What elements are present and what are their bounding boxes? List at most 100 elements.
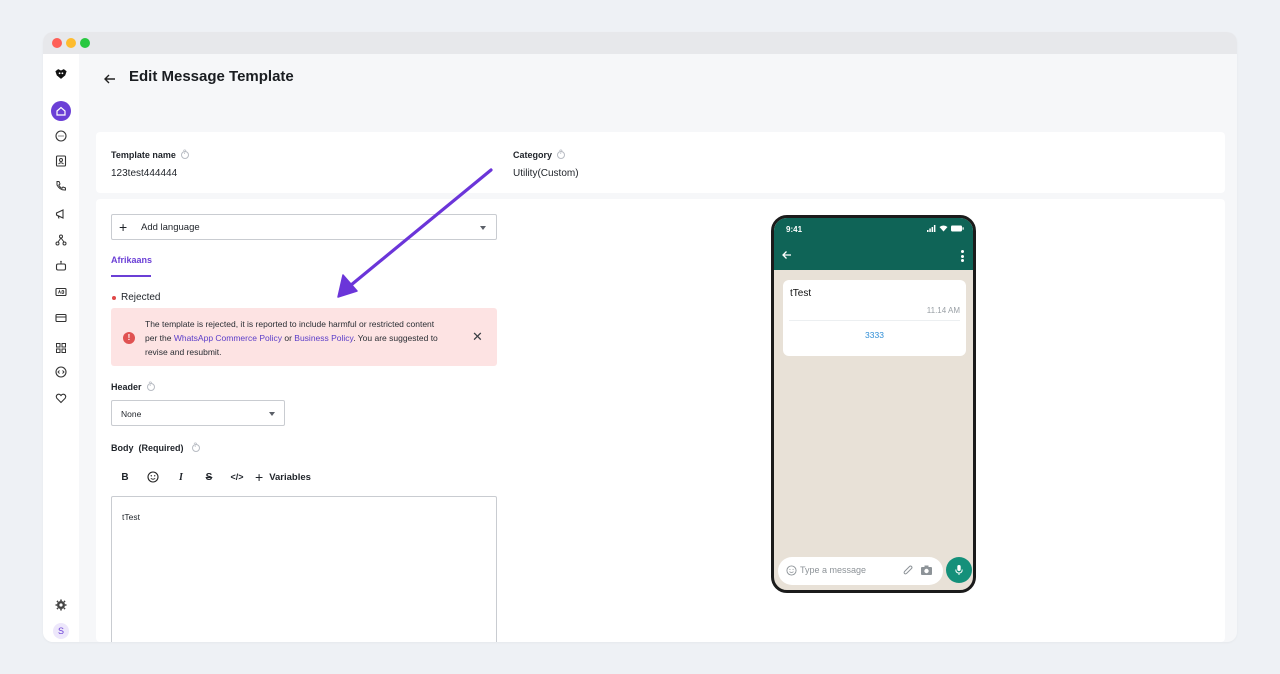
italic-button[interactable]: I bbox=[167, 468, 195, 486]
message-composer: Type a message bbox=[778, 557, 943, 585]
help-icon[interactable] bbox=[557, 150, 566, 159]
page-title: Edit Message Template bbox=[129, 68, 294, 85]
message-timestamp: 11.14 AM bbox=[926, 306, 960, 315]
category-value: Utility(Custom) bbox=[513, 168, 579, 179]
sidebar-item-payments[interactable] bbox=[51, 308, 71, 328]
more-vertical-icon bbox=[961, 250, 964, 262]
microphone-icon bbox=[955, 565, 963, 575]
bot-icon bbox=[55, 260, 67, 271]
template-name-label: Template name bbox=[111, 150, 189, 160]
megaphone-icon bbox=[55, 209, 64, 219]
api-icon bbox=[55, 366, 67, 378]
back-arrow-icon[interactable] bbox=[102, 71, 118, 87]
home-icon bbox=[56, 106, 66, 116]
back-arrow-icon bbox=[782, 251, 791, 259]
battery-icon bbox=[951, 225, 964, 232]
signal-icon bbox=[927, 225, 936, 232]
message-bubble: tTest 11.14 AM 3333 bbox=[783, 280, 966, 356]
minimize-window-button[interactable] bbox=[66, 38, 76, 48]
header-type-select[interactable]: None bbox=[111, 400, 285, 426]
chevron-down-icon bbox=[269, 412, 275, 416]
body-textarea[interactable]: tTest bbox=[111, 496, 497, 642]
sidebar-item-contacts[interactable] bbox=[51, 151, 71, 171]
plus-icon: + bbox=[255, 469, 264, 485]
header-label: Header bbox=[111, 382, 155, 392]
sidebar-item-settings[interactable] bbox=[51, 595, 71, 615]
help-icon[interactable] bbox=[191, 443, 200, 452]
maximize-window-button[interactable] bbox=[80, 38, 90, 48]
heart-icon bbox=[55, 393, 67, 404]
gear-icon bbox=[55, 599, 67, 611]
ads-icon bbox=[55, 287, 67, 297]
composer-placeholder: Type a message bbox=[800, 565, 867, 575]
sidebar-item-health[interactable] bbox=[51, 388, 71, 408]
status-icons bbox=[927, 225, 964, 232]
sidebar-item-ads[interactable] bbox=[51, 282, 71, 302]
sidebar-item-apps[interactable] bbox=[51, 338, 71, 358]
template-editor-card: + Add language Afrikaans Rejected ! The … bbox=[96, 199, 1225, 642]
contacts-icon bbox=[55, 155, 67, 167]
sidebar-item-bots[interactable] bbox=[51, 256, 71, 276]
logo-icon[interactable] bbox=[51, 64, 71, 84]
template-name-value: 123test444444 bbox=[111, 168, 178, 179]
bold-button[interactable]: B bbox=[111, 468, 139, 486]
code-button[interactable]: </> bbox=[223, 468, 251, 486]
commerce-policy-link[interactable]: WhatsApp Commerce Policy bbox=[174, 333, 282, 343]
template-info-card: Template name 123test444444 Category Uti… bbox=[96, 132, 1225, 193]
phone-time: 9:41 bbox=[786, 225, 803, 234]
status-badge: Rejected bbox=[121, 292, 161, 303]
add-language-label: Add language bbox=[141, 222, 200, 233]
sidebar-item-calls[interactable] bbox=[51, 176, 71, 196]
sidebar-item-home[interactable] bbox=[51, 101, 71, 121]
app-window: S Edit Message Template Template name 12… bbox=[43, 32, 1237, 642]
chevron-down-icon bbox=[480, 226, 486, 230]
avatar[interactable]: S bbox=[53, 623, 69, 639]
strikethrough-button[interactable]: S bbox=[195, 468, 223, 486]
phone-app-bar bbox=[774, 242, 973, 270]
wifi-icon bbox=[939, 225, 948, 232]
category-label: Category bbox=[513, 150, 566, 160]
sidebar-item-chats[interactable] bbox=[51, 126, 71, 146]
chat-icon bbox=[55, 130, 67, 142]
active-tab-indicator bbox=[111, 275, 151, 277]
apps-icon bbox=[56, 343, 66, 353]
add-variables-button[interactable]: + Variables bbox=[255, 470, 311, 484]
help-icon[interactable] bbox=[180, 150, 189, 159]
attachment-icon bbox=[903, 565, 913, 575]
status-dot bbox=[112, 296, 116, 300]
phone-status-bar: 9:41 bbox=[774, 218, 973, 242]
message-quick-reply-button: 3333 bbox=[865, 330, 884, 340]
microphone-button bbox=[946, 557, 972, 583]
close-window-button[interactable] bbox=[52, 38, 62, 48]
alert-message: The template is rejected, it is reported… bbox=[145, 319, 438, 358]
sidebar-item-api[interactable] bbox=[51, 362, 71, 382]
sidebar-item-broadcast[interactable] bbox=[51, 204, 71, 224]
emoji-icon bbox=[147, 471, 159, 483]
whatsapp-preview-phone: 9:41 tTest 11.14 AM 3333 Type a message bbox=[771, 215, 976, 593]
rejection-alert: ! The template is rejected, it is report… bbox=[111, 308, 497, 366]
emoji-button[interactable] bbox=[139, 468, 167, 486]
add-language-select[interactable]: + Add language bbox=[111, 214, 497, 240]
body-text-value: tTest bbox=[122, 512, 140, 522]
sidebar: S bbox=[43, 54, 79, 642]
phone-icon bbox=[56, 181, 66, 191]
window-titlebar bbox=[43, 32, 1237, 54]
business-policy-link[interactable]: Business Policy bbox=[294, 333, 353, 343]
page-header: Edit Message Template bbox=[79, 54, 1237, 110]
body-format-toolbar: B I S </> + Variables bbox=[111, 467, 311, 487]
sidebar-item-flows[interactable] bbox=[51, 230, 71, 250]
bubble-divider bbox=[789, 320, 960, 321]
emoji-icon bbox=[786, 565, 797, 576]
card-icon bbox=[55, 313, 67, 323]
close-icon[interactable]: ✕ bbox=[472, 330, 483, 343]
avatar-initial: S bbox=[57, 626, 64, 636]
message-text: tTest bbox=[790, 288, 812, 299]
camera-icon bbox=[921, 565, 932, 575]
header-type-value: None bbox=[121, 409, 142, 419]
flow-icon bbox=[55, 234, 67, 246]
body-label: Body (Required) bbox=[111, 443, 200, 453]
tab-afrikaans[interactable]: Afrikaans bbox=[111, 255, 152, 265]
error-icon: ! bbox=[123, 332, 135, 344]
plus-icon: + bbox=[119, 219, 128, 235]
help-icon[interactable] bbox=[146, 382, 155, 391]
